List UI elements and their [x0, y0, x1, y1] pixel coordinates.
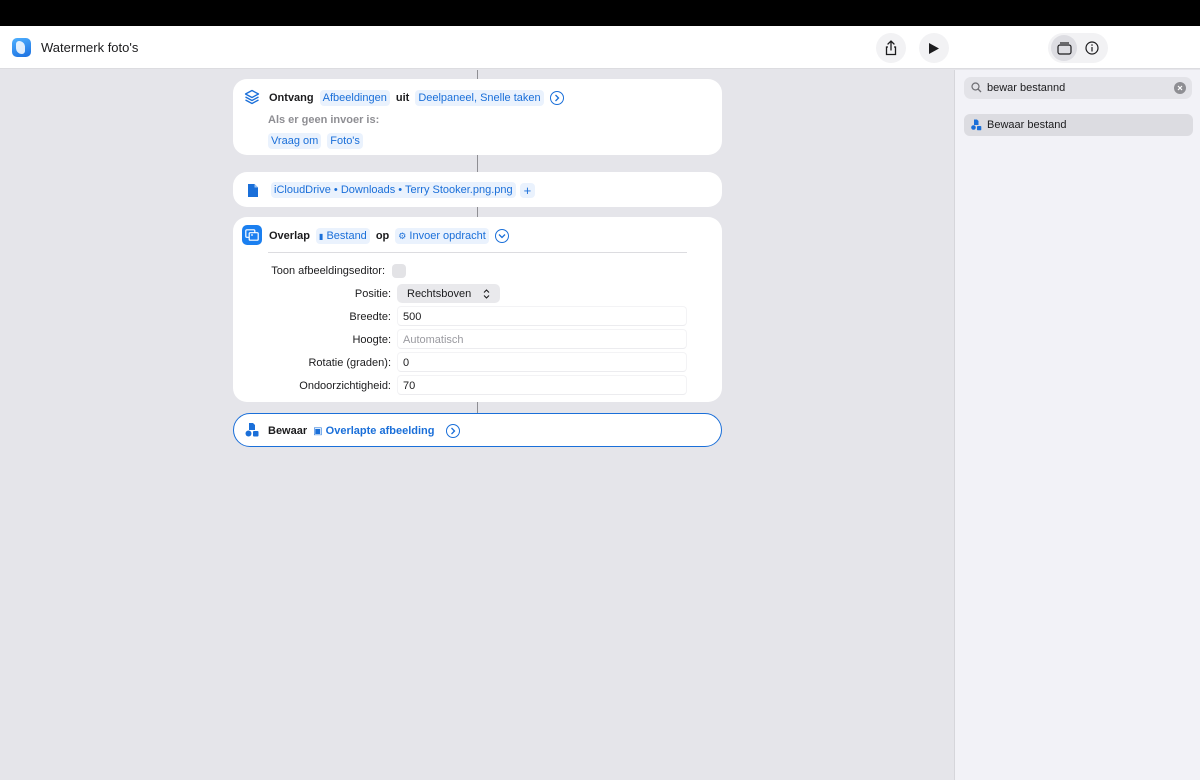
sources-token[interactable]: Deelpaneel, Snelle taken: [415, 90, 544, 106]
action-library-button[interactable]: [1051, 35, 1077, 61]
fallback-action-token[interactable]: Vraag om: [268, 133, 322, 149]
fallback-target-token[interactable]: Foto's: [327, 133, 363, 149]
search-value: bewar bestannd: [987, 82, 1066, 94]
opacity-label: Ondoorzichtigheid:: [299, 380, 391, 392]
search-result-label: Bewaar bestand: [987, 119, 1067, 131]
height-field[interactable]: Automatisch: [397, 329, 687, 349]
layers-icon: [243, 88, 261, 106]
on-word: op: [375, 230, 390, 242]
collapse-chevron-icon[interactable]: [494, 229, 509, 243]
gear-icon: ⚙: [398, 231, 407, 241]
connector-line: [477, 207, 478, 217]
library-icon: [1056, 41, 1072, 55]
updown-chevron-icon: [483, 288, 490, 299]
run-button[interactable]: [919, 33, 949, 63]
expand-chevron-icon[interactable]: [446, 424, 461, 438]
file-icon: ▮: [318, 232, 324, 241]
search-icon: [971, 82, 982, 93]
overlay-verb: Overlap: [269, 230, 310, 242]
action-search-input[interactable]: bewar bestannd: [964, 77, 1192, 99]
connector-line: [477, 155, 478, 172]
receive-action-card[interactable]: Ontvang Afbeeldingen uit Deelpaneel, Sne…: [233, 79, 722, 155]
title-bar: Watermerk foto's: [0, 26, 1200, 69]
no-input-label: Als er geen invoer is:: [268, 114, 380, 126]
rotation-field[interactable]: 0: [397, 352, 687, 372]
sidebar-toggle-group: [1048, 33, 1108, 63]
save-file-icon: [971, 119, 982, 131]
overlay-image-icon: [242, 225, 262, 245]
receive-verb: Ontvang: [269, 92, 314, 104]
width-label: Breedte:: [349, 311, 391, 323]
save-action-card[interactable]: Bewaar ▣ Overlapte afbeelding: [233, 413, 722, 447]
file-action-card[interactable]: iCloudDrive • Downloads • Terry Stooker.…: [233, 172, 722, 207]
input-type-token[interactable]: Afbeeldingen: [319, 90, 390, 106]
editor-label: Toon afbeeldingseditor:: [271, 265, 385, 277]
expand-chevron-icon[interactable]: [549, 91, 564, 105]
width-field[interactable]: 500: [397, 306, 687, 326]
save-param-token[interactable]: ▣ Overlapte afbeelding: [313, 425, 434, 437]
share-icon: [885, 40, 897, 56]
connector-line: [477, 70, 478, 79]
position-label: Positie:: [354, 288, 391, 300]
shortcuts-app-icon: [12, 38, 31, 57]
shortcut-title[interactable]: Watermerk foto's: [41, 40, 138, 55]
divider: [268, 252, 687, 253]
action-library-panel: bewar bestannd Bewaar bestand: [954, 70, 1200, 780]
connector-line: [477, 402, 478, 413]
clear-search-icon[interactable]: [1174, 82, 1186, 94]
position-select[interactable]: Rechtsboven: [397, 284, 500, 303]
search-result-item[interactable]: Bewaar bestand: [964, 114, 1193, 136]
rotation-label: Rotatie (graden):: [308, 357, 391, 369]
document-icon: [244, 181, 262, 199]
overlay-image-small-icon: ▣: [313, 426, 323, 437]
info-icon: [1085, 41, 1099, 55]
share-button[interactable]: [876, 33, 906, 63]
add-file-button[interactable]: +: [519, 182, 536, 198]
play-icon: [929, 42, 939, 54]
save-file-icon: [243, 421, 261, 439]
image-editor-toggle[interactable]: [392, 264, 406, 278]
overlay-source-token[interactable]: ▮ Bestand: [315, 228, 370, 244]
system-status-bar: [0, 0, 1200, 26]
file-path-token[interactable]: iCloudDrive • Downloads • Terry Stooker.…: [271, 182, 516, 198]
save-verb: Bewaar: [268, 425, 308, 437]
overlay-target-token[interactable]: ⚙ Invoer opdracht: [395, 228, 489, 244]
details-button[interactable]: [1079, 35, 1105, 61]
opacity-field[interactable]: 70: [397, 375, 687, 395]
from-word: uit: [395, 92, 410, 104]
height-label: Hoogte:: [352, 334, 391, 346]
position-value: Rechtsboven: [407, 287, 472, 300]
